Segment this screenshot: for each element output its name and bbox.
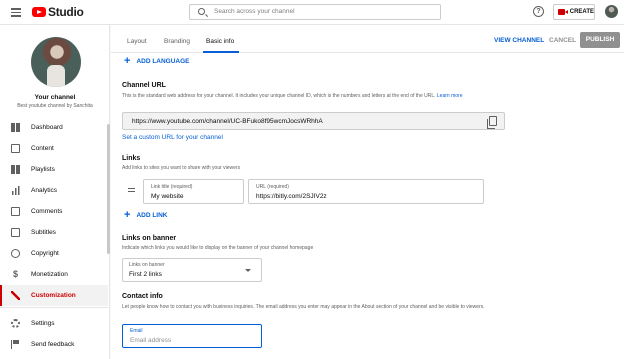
channel-url-description: This is the standard web address for you…	[122, 93, 463, 99]
links-on-banner-select-label: Links on banner	[129, 262, 165, 268]
copyright-icon	[11, 249, 20, 258]
feedback-icon	[11, 340, 20, 349]
search-input[interactable]: Search across your channel	[189, 4, 441, 20]
sidebar-item-copyright[interactable]: Copyright	[0, 243, 108, 264]
studio-logo[interactable]: Studio	[32, 5, 84, 19]
link-title-value: My website	[151, 193, 184, 200]
links-description: Add links to sites you want to share wit…	[122, 165, 241, 171]
channel-avatar[interactable]	[31, 37, 81, 87]
sidebar-scrollbar[interactable]	[107, 124, 110, 254]
sidebar-item-label: Comments	[31, 208, 63, 215]
links-on-banner-heading: Links on banner	[122, 235, 177, 242]
sidebar-item-label: Playlists	[31, 166, 55, 173]
sidebar: Your channel Best youtube channel by San…	[0, 25, 110, 359]
playlists-icon	[11, 165, 20, 174]
links-on-banner-select[interactable]: Links on banner First 2 links	[122, 258, 262, 282]
sidebar-item-label: Dashboard	[31, 124, 63, 131]
monetization-icon: $	[12, 269, 18, 279]
tab-layout[interactable]: Layout	[127, 38, 147, 45]
sidebar-item-dashboard[interactable]: Dashboard	[0, 117, 108, 138]
sidebar-item-label: Customization	[31, 292, 76, 299]
top-bar: Studio Search across your channel ? CREA…	[0, 0, 624, 25]
email-field[interactable]: Email Email address	[122, 324, 262, 348]
links-on-banner-select-value: First 2 links	[129, 271, 162, 278]
email-label: Email	[130, 328, 143, 334]
sidebar-item-label: Monetization	[31, 271, 68, 278]
link-url-field[interactable]: URL (required) https://bitly.com/2SJIV2z	[248, 179, 484, 204]
app-title: Studio	[48, 5, 84, 19]
channel-url-heading: Channel URL	[122, 82, 166, 89]
link-url-label: URL (required)	[256, 184, 289, 190]
links-heading: Links	[122, 155, 141, 162]
sidebar-item-analytics[interactable]: Analytics	[0, 180, 108, 201]
help-circle-icon[interactable]: ?	[533, 6, 544, 17]
create-label: CREATE	[569, 9, 594, 15]
gear-icon	[11, 319, 20, 328]
learn-more-link[interactable]: Learn more	[437, 93, 463, 99]
contact-info-description: Let people know how to contact you with …	[122, 304, 485, 310]
sidebar-item-content[interactable]: Content	[0, 138, 108, 159]
contact-info-heading: Contact info	[122, 293, 163, 300]
sidebar-item-label: Content	[31, 145, 54, 152]
add-language-button[interactable]: + ADD LANGUAGE	[124, 55, 190, 67]
tab-basic-info[interactable]: Basic info	[206, 38, 234, 45]
content-icon	[11, 144, 20, 153]
link-url-value: https://bitly.com/2SJIV2z	[256, 193, 327, 200]
sidebar-item-label: Subtitles	[31, 229, 56, 236]
dashboard-icon	[11, 123, 20, 132]
menu-icon[interactable]	[11, 8, 21, 17]
account-avatar[interactable]	[605, 5, 618, 18]
custom-url-link[interactable]: Set a custom URL for your channel	[122, 134, 223, 141]
video-camera-icon	[558, 9, 568, 15]
channel-url-field[interactable]: https://www.youtube.com/channel/UC-BFuko…	[122, 112, 505, 130]
copy-icon[interactable]	[487, 116, 497, 129]
sidebar-divider	[0, 307, 108, 308]
sidebar-item-customization[interactable]: Customization	[0, 285, 108, 306]
plus-icon: +	[124, 55, 131, 67]
sidebar-item-monetization[interactable]: $ Monetization	[0, 264, 108, 285]
link-title-field[interactable]: Link title (required) My website	[143, 179, 244, 204]
add-language-label: ADD LANGUAGE	[136, 58, 190, 65]
chevron-down-icon	[245, 269, 251, 272]
sidebar-item-send-feedback[interactable]: Send feedback	[0, 334, 108, 355]
email-placeholder: Email address	[130, 337, 172, 344]
customization-icon	[11, 291, 20, 300]
youtube-logo-icon	[32, 7, 46, 17]
links-on-banner-description: Indicate which links you would like to d…	[122, 245, 314, 251]
tab-bar: Layout Branding Basic info VIEW CHANNEL …	[111, 25, 624, 53]
sidebar-item-settings[interactable]: Settings	[0, 313, 108, 334]
sidebar-item-comments[interactable]: Comments	[0, 201, 108, 222]
search-placeholder: Search across your channel	[214, 8, 295, 15]
add-link-button[interactable]: + ADD LINK	[124, 209, 168, 221]
analytics-icon	[11, 186, 20, 195]
sidebar-item-label: Analytics	[31, 187, 58, 194]
link-title-label: Link title (required)	[151, 184, 193, 190]
active-tab-indicator	[203, 51, 239, 53]
sidebar-item-subtitles[interactable]: Subtitles	[0, 222, 108, 243]
create-button[interactable]: CREATE	[553, 4, 595, 20]
sidebar-item-label: Copyright	[31, 250, 59, 257]
add-link-label: ADD LINK	[136, 212, 168, 219]
subtitles-icon	[11, 228, 20, 237]
search-icon	[198, 8, 205, 15]
view-channel-button[interactable]: VIEW CHANNEL	[494, 37, 544, 44]
cancel-button[interactable]: CANCEL	[549, 37, 576, 44]
plus-icon: +	[124, 209, 131, 221]
drag-handle-icon[interactable]	[128, 188, 135, 192]
sidebar-item-label: Send feedback	[31, 341, 75, 348]
sidebar-item-label: Settings	[31, 320, 55, 327]
channel-subtitle: Best youtube channel by Sanchita	[17, 103, 93, 109]
channel-title: Your channel	[34, 94, 76, 101]
comments-icon	[11, 207, 20, 216]
tab-branding[interactable]: Branding	[164, 38, 190, 45]
channel-url-value: https://www.youtube.com/channel/UC-BFuko…	[132, 118, 323, 125]
publish-button[interactable]: PUBLISH	[580, 32, 620, 48]
sidebar-item-playlists[interactable]: Playlists	[0, 159, 108, 180]
main-panel: Layout Branding Basic info VIEW CHANNEL …	[111, 25, 624, 359]
